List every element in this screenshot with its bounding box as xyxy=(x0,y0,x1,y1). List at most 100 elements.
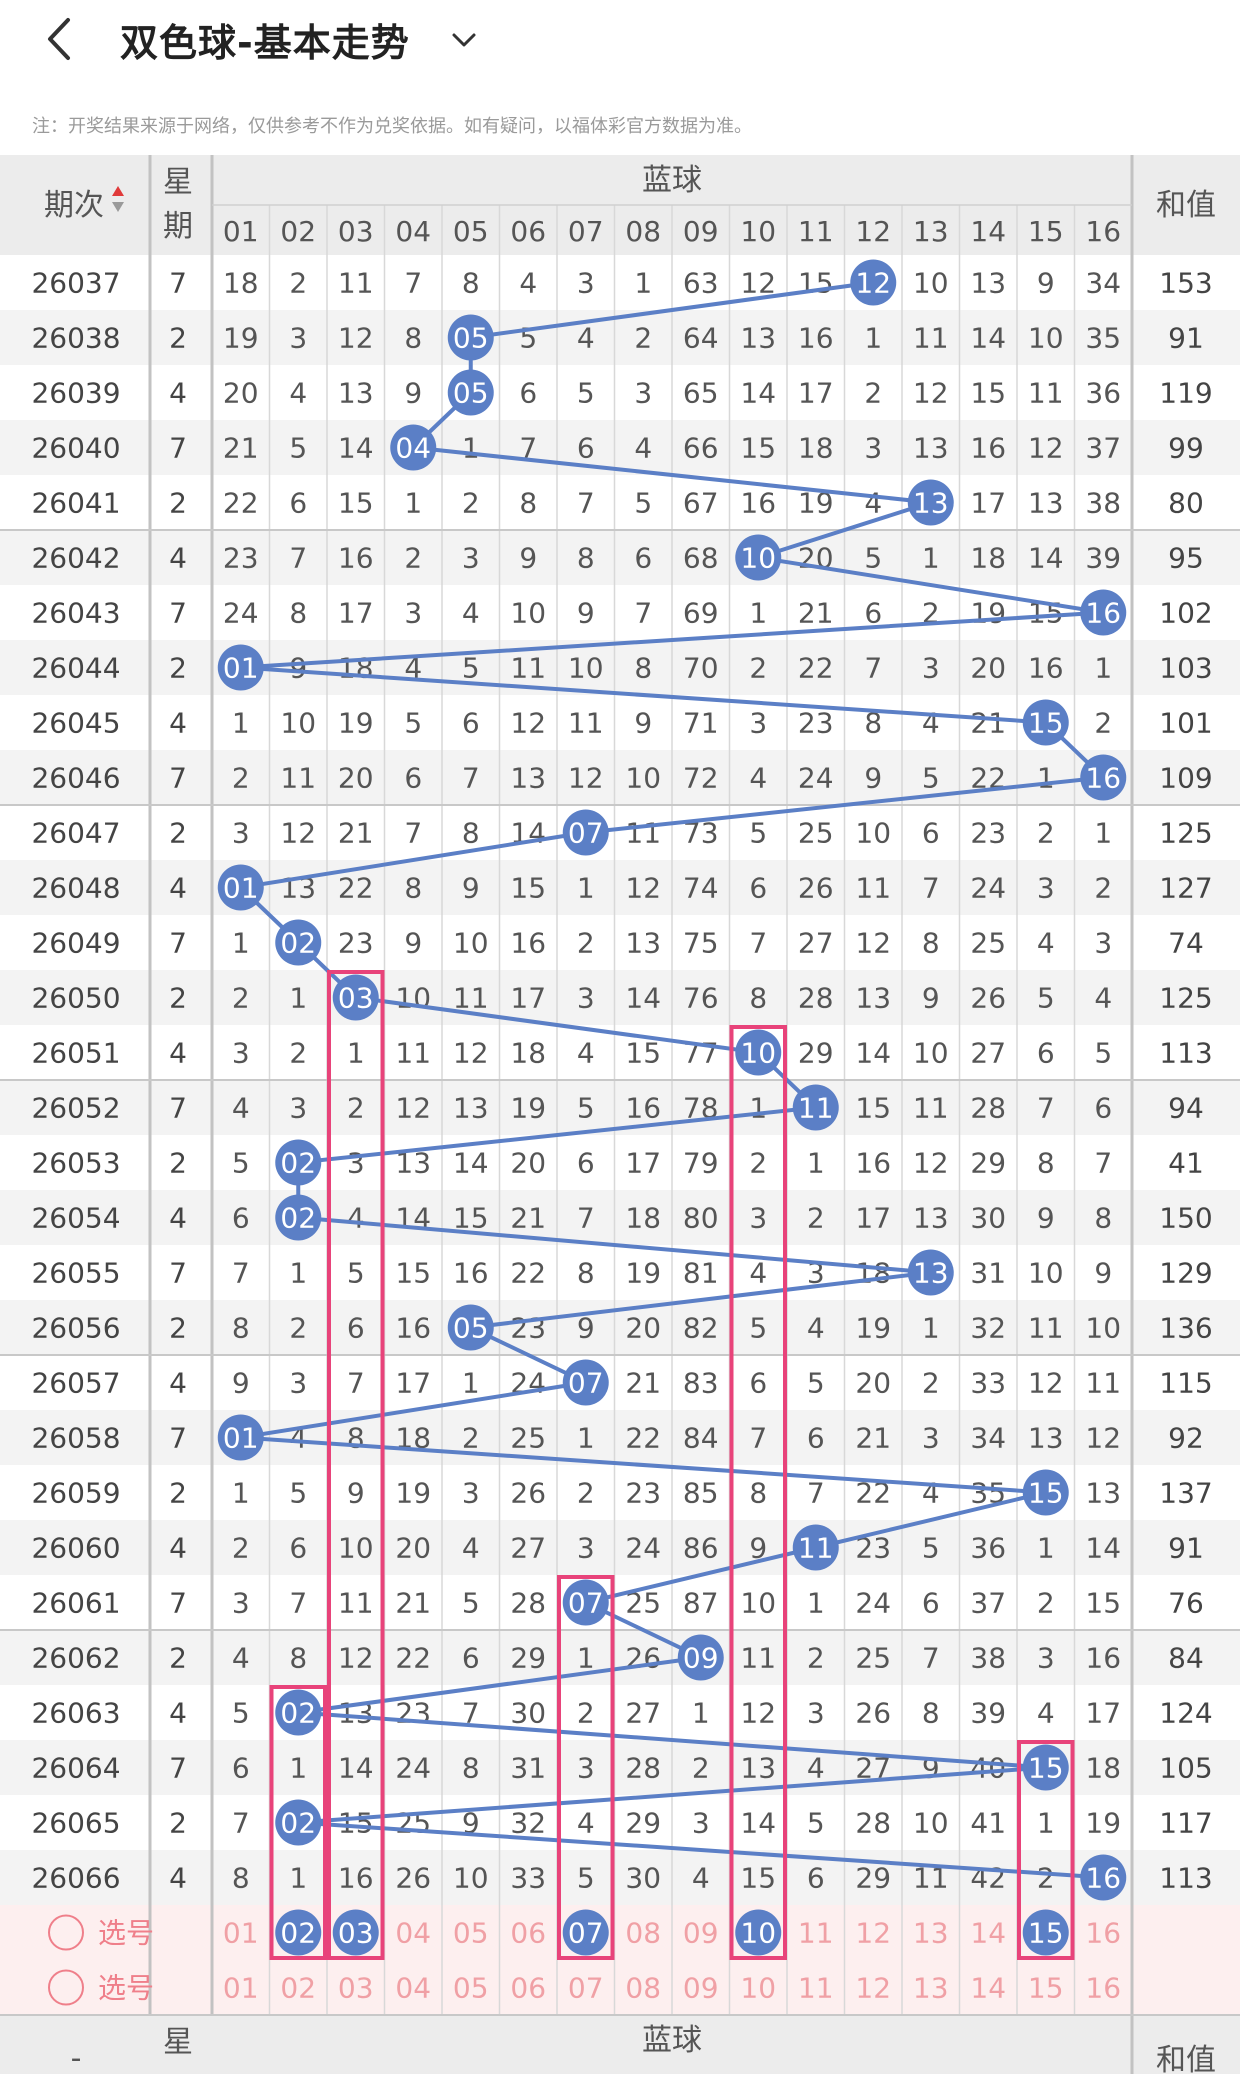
omission-count: 7 xyxy=(232,1807,250,1840)
winning-ball-number: 15 xyxy=(1028,707,1064,740)
winning-ball-number: 01 xyxy=(223,652,259,685)
selected-ball-number[interactable]: 02 xyxy=(280,1917,316,1950)
omission-count: 18 xyxy=(970,542,1006,575)
selected-ball-number[interactable]: 07 xyxy=(568,1917,604,1950)
omission-count: 82 xyxy=(683,1312,719,1345)
pick-ball[interactable]: 02 xyxy=(280,1972,316,2005)
omission-count: 42 xyxy=(970,1862,1006,1895)
omission-count: 5 xyxy=(864,542,882,575)
omission-count: 7 xyxy=(749,1422,767,1455)
omission-count: 7 xyxy=(462,762,480,795)
omission-count: 4 xyxy=(232,1642,250,1675)
pick-ball[interactable]: 14 xyxy=(970,1972,1006,2005)
pick-ball[interactable]: 05 xyxy=(453,1972,489,2005)
omission-count: 8 xyxy=(519,487,537,520)
omission-count: 12 xyxy=(568,762,604,795)
omission-count: 64 xyxy=(683,322,719,355)
selected-ball-number[interactable]: 10 xyxy=(740,1917,776,1950)
week-day: 4 xyxy=(169,1532,187,1565)
pick-ball[interactable]: 04 xyxy=(395,1917,431,1950)
winning-ball-number: 13 xyxy=(913,487,949,520)
omission-count: 14 xyxy=(338,1752,374,1785)
omission-count: 2 xyxy=(289,1312,307,1345)
pick-ball[interactable]: 11 xyxy=(798,1972,834,2005)
omission-count: 80 xyxy=(683,1202,719,1235)
issue-number: 26066 xyxy=(31,1862,120,1895)
issue-number: 26037 xyxy=(31,267,120,300)
pick-label[interactable]: 选号 xyxy=(98,1972,154,2005)
pick-ball[interactable]: 13 xyxy=(913,1972,949,2005)
omission-count: 37 xyxy=(1085,432,1121,465)
pick-ball[interactable]: 08 xyxy=(625,1917,661,1950)
omission-count: 6 xyxy=(232,1752,250,1785)
week-day: 2 xyxy=(169,1642,187,1675)
omission-count: 15 xyxy=(338,487,374,520)
omission-count: 8 xyxy=(577,542,595,575)
issue-number: 26040 xyxy=(31,432,120,465)
week-day: 4 xyxy=(169,377,187,410)
issue-number: 26038 xyxy=(31,322,120,355)
pick-ball[interactable]: 12 xyxy=(855,1917,891,1950)
omission-count: 25 xyxy=(970,927,1006,960)
omission-count: 8 xyxy=(289,597,307,630)
pick-ball[interactable]: 16 xyxy=(1085,1972,1121,2005)
selected-ball-number[interactable]: 15 xyxy=(1028,1917,1064,1950)
omission-count: 9 xyxy=(232,1367,250,1400)
omission-count: 5 xyxy=(1037,982,1055,1015)
pick-ball[interactable]: 06 xyxy=(510,1917,546,1950)
pick-ball[interactable]: 09 xyxy=(683,1917,719,1950)
omission-count: 13 xyxy=(913,1202,949,1235)
pick-ball[interactable]: 09 xyxy=(683,1972,719,2005)
pick-ball[interactable]: 10 xyxy=(740,1972,776,2005)
winning-ball-number: 02 xyxy=(280,1807,316,1840)
omission-count: 13 xyxy=(740,322,776,355)
omission-count: 10 xyxy=(453,1862,489,1895)
omission-count: 1 xyxy=(749,1092,767,1125)
omission-count: 1 xyxy=(347,1037,365,1070)
omission-count: 36 xyxy=(970,1532,1006,1565)
week-day: 7 xyxy=(169,1587,187,1620)
winning-ball-number: 15 xyxy=(1028,1477,1064,1510)
pick-ball[interactable]: 07 xyxy=(568,1972,604,2005)
omission-count: 3 xyxy=(404,597,422,630)
pick-ball[interactable]: 03 xyxy=(338,1972,374,2005)
pick-ball[interactable]: 14 xyxy=(970,1917,1006,1950)
pick-ball[interactable]: 04 xyxy=(395,1972,431,2005)
omission-count: 9 xyxy=(1037,1202,1055,1235)
omission-count: 12 xyxy=(453,1037,489,1070)
pick-ball[interactable]: 01 xyxy=(223,1917,259,1950)
pick-ball[interactable]: 16 xyxy=(1085,1917,1121,1950)
omission-count: 87 xyxy=(683,1587,719,1620)
pick-ball[interactable]: 13 xyxy=(913,1917,949,1950)
pick-label[interactable]: 选号 xyxy=(98,1917,154,1950)
omission-count: 14 xyxy=(740,377,776,410)
omission-count: 15 xyxy=(740,432,776,465)
sum-value: 113 xyxy=(1159,1862,1212,1895)
pick-ball[interactable]: 01 xyxy=(223,1972,259,2005)
omission-count: 5 xyxy=(807,1807,825,1840)
omission-count: 7 xyxy=(347,1367,365,1400)
pick-ball[interactable]: 12 xyxy=(855,1972,891,2005)
omission-count: 26 xyxy=(510,1477,546,1510)
omission-count: 8 xyxy=(922,1697,940,1730)
pick-ball[interactable]: 15 xyxy=(1028,1972,1064,2005)
issue-column-header[interactable]: 期次 xyxy=(44,188,104,223)
omission-count: 11 xyxy=(280,762,316,795)
pick-ball[interactable]: 11 xyxy=(798,1917,834,1950)
pick-ball[interactable]: 06 xyxy=(510,1972,546,2005)
selected-ball-number[interactable]: 03 xyxy=(338,1917,374,1950)
omission-count: 17 xyxy=(510,982,546,1015)
pick-ball[interactable]: 08 xyxy=(625,1972,661,2005)
omission-count: 29 xyxy=(510,1642,546,1675)
issue-number: 26058 xyxy=(31,1422,120,1455)
omission-count: 19 xyxy=(625,1257,661,1290)
omission-count: 14 xyxy=(740,1807,776,1840)
omission-count: 6 xyxy=(1094,1092,1112,1125)
omission-count: 76 xyxy=(683,982,719,1015)
week-column-header: 星 xyxy=(163,2025,193,2060)
issue-number: 26056 xyxy=(31,1312,120,1345)
omission-count: 13 xyxy=(740,1752,776,1785)
pick-ball[interactable]: 05 xyxy=(453,1917,489,1950)
issue-number: 26052 xyxy=(31,1092,120,1125)
issue-number: 26049 xyxy=(31,927,120,960)
